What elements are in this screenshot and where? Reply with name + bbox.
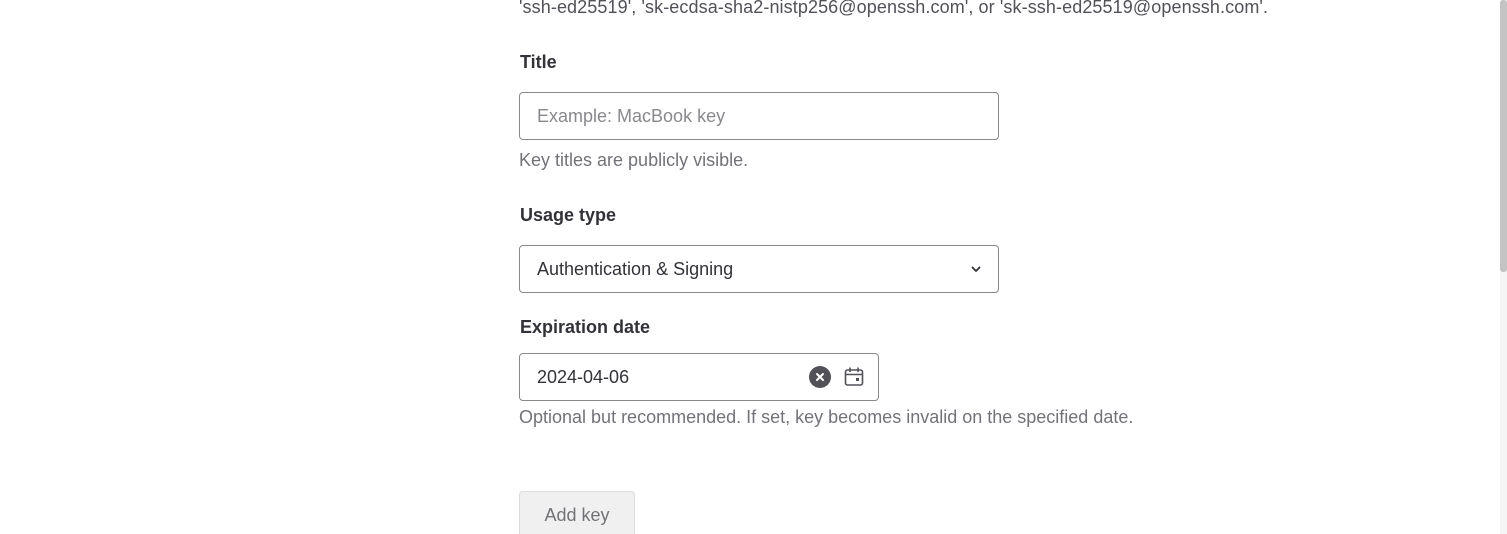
clear-icon[interactable] (809, 366, 831, 388)
usage-type-select[interactable]: Authentication & Signing (519, 245, 999, 293)
calendar-icon[interactable] (843, 366, 865, 388)
expiration-help-text: Optional but recommended. If set, key be… (519, 407, 1134, 427)
expiration-date-label: Expiration date (520, 317, 651, 337)
chevron-down-icon (970, 263, 982, 275)
key-types-help-text: 'ssh-ed25519', 'sk-ecdsa-sha2-nistp256@o… (519, 0, 1269, 17)
expiration-date-value: 2024-04-06 (537, 366, 630, 387)
scrollbar-thumb[interactable] (1500, 0, 1507, 272)
title-label: Title (520, 52, 557, 72)
title-help-text: Key titles are publicly visible. (519, 150, 749, 170)
usage-type-label: Usage type (520, 205, 617, 225)
expiration-date-input[interactable]: 2024-04-06 (519, 353, 879, 401)
date-input-icons (809, 366, 865, 388)
ssh-key-form-page: 'ssh-ed25519', 'sk-ecdsa-sha2-nistp256@o… (0, 0, 1507, 534)
usage-type-selected-value: Authentication & Signing (537, 258, 734, 279)
title-input[interactable] (519, 92, 999, 140)
page-scrollbar[interactable] (1500, 0, 1507, 534)
add-key-button[interactable]: Add key (519, 491, 635, 534)
